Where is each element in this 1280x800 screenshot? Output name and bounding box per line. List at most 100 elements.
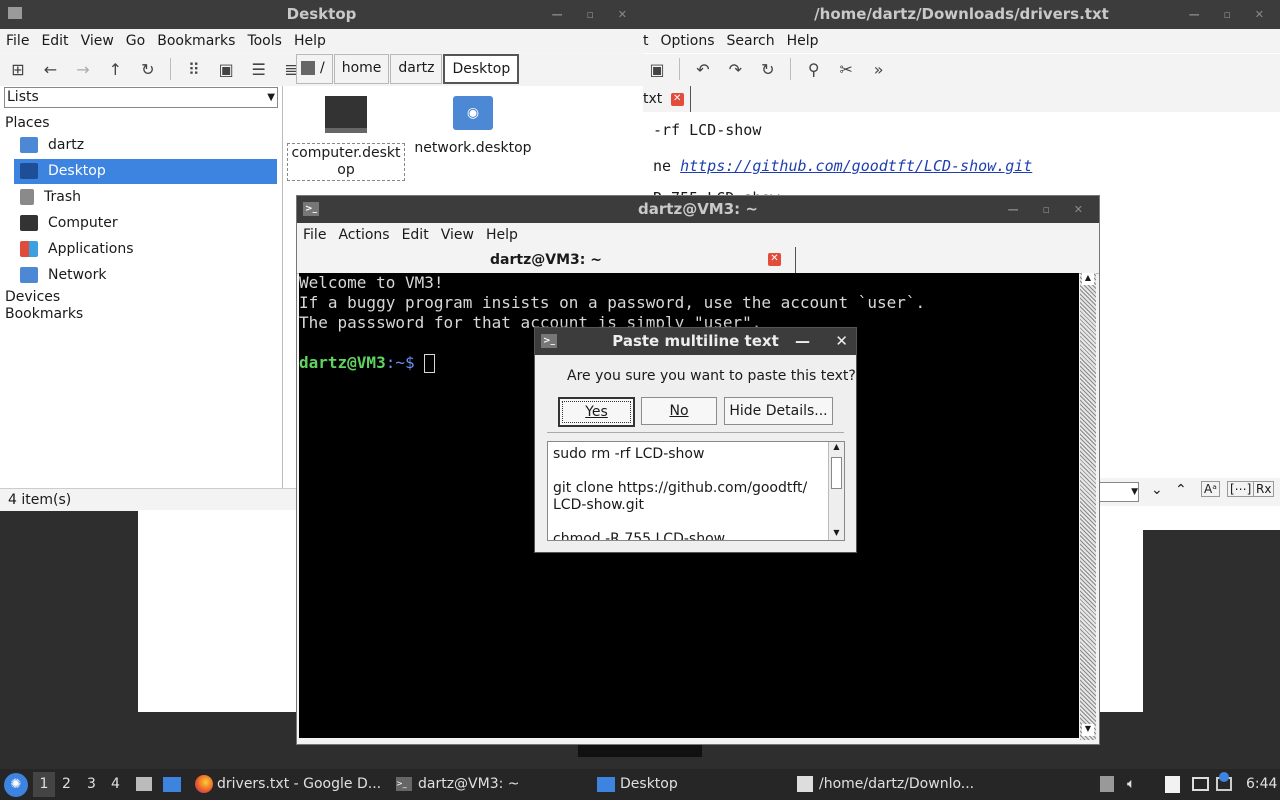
more-chevron-icon[interactable]: »: [865, 60, 893, 79]
close-icon[interactable]: ✕: [835, 328, 848, 355]
find-next-icon[interactable]: ⌄: [1151, 482, 1163, 498]
scroll-thumb[interactable]: [831, 457, 842, 489]
close-icon[interactable]: ✕: [670, 92, 684, 106]
workspace-1[interactable]: 1: [33, 772, 55, 797]
menu-view[interactable]: View: [75, 29, 120, 53]
task-browser[interactable]: drivers.txt - Google D...: [195, 769, 381, 800]
replace-icon[interactable]: ✂: [832, 60, 860, 79]
task-editor[interactable]: /home/dartz/Downlo...: [797, 769, 974, 800]
yes-button[interactable]: Yes: [558, 397, 635, 427]
details-line: chmod -R 755 LCD-show: [553, 531, 726, 541]
search-icon[interactable]: ⚲: [800, 60, 828, 79]
editor-tab[interactable]: txt ✕: [643, 86, 691, 112]
path-root-button[interactable]: /: [296, 54, 333, 84]
terminal-scrollbar[interactable]: ▲ ▼: [1080, 273, 1096, 740]
terminal-tab[interactable]: dartz@VM3: ~ ✕: [297, 247, 796, 273]
places-heading: Places: [5, 115, 50, 131]
menu-view[interactable]: View: [435, 223, 480, 247]
menu-edit[interactable]: Edit: [396, 223, 435, 247]
window-controls[interactable]: — ▫ ✕: [1008, 196, 1093, 223]
toolbar-separator: [790, 58, 792, 80]
menu-search[interactable]: Search: [721, 29, 781, 53]
menu-tools[interactable]: Tools: [241, 29, 288, 53]
url-link[interactable]: https://github.com/goodtft/LCD-show.git: [680, 157, 1032, 175]
icon-view-icon[interactable]: ⠿: [180, 60, 208, 79]
sidebar-item-computer[interactable]: Computer: [14, 211, 277, 236]
reload-icon[interactable]: ↻: [754, 60, 782, 79]
sidebar-item-applications[interactable]: Applications: [14, 237, 277, 262]
path-bar: / home dartz Desktop: [296, 54, 520, 84]
editor-titlebar[interactable]: /home/dartz/Downloads/drivers.txt — ▫ ✕: [643, 0, 1280, 29]
new-tab-icon[interactable]: ⊞: [4, 60, 32, 79]
dialog-titlebar[interactable]: >_ Paste multiline text — ✕: [535, 328, 856, 355]
editor-text-area[interactable]: -rf LCD-show ne https://github.com/goodt…: [653, 112, 1032, 198]
scroll-up-arrow[interactable]: ▲: [829, 442, 844, 454]
compact-view-icon[interactable]: ☰: [245, 60, 273, 79]
firefox-icon: [195, 775, 213, 793]
path-desktop-button[interactable]: Desktop: [443, 54, 520, 84]
network-folder-icon: [20, 267, 38, 283]
path-home-button[interactable]: home: [333, 54, 390, 84]
regex-icon[interactable]: Rx: [1253, 481, 1275, 497]
clipboard-icon[interactable]: [1165, 776, 1180, 793]
thumbnail-view-icon[interactable]: ▣: [212, 60, 240, 79]
details-text-area[interactable]: sudo rm -rf LCD-show git clone https://g…: [547, 441, 845, 541]
scroll-down-arrow[interactable]: ▼: [829, 528, 844, 540]
window-controls[interactable]: — ▫ ✕: [552, 0, 637, 29]
window-controls[interactable]: — ▫ ✕: [1189, 0, 1274, 29]
find-previous-icon[interactable]: ⌃: [1175, 482, 1187, 498]
up-arrow-icon[interactable]: ↑: [101, 60, 129, 79]
display-icon[interactable]: [1192, 777, 1209, 791]
scroll-down-arrow[interactable]: ▼: [1082, 724, 1094, 736]
menu-help[interactable]: Help: [288, 29, 332, 53]
file-item-network[interactable]: ◉ network.desktop: [413, 94, 533, 157]
show-desktop-icon[interactable]: [136, 777, 152, 791]
menu-file[interactable]: File: [0, 29, 35, 53]
start-menu-icon[interactable]: ✺: [4, 773, 28, 797]
desktop-icon: [20, 163, 38, 179]
sidebar-item-network[interactable]: Network: [14, 263, 277, 288]
scroll-up-arrow[interactable]: ▲: [1082, 273, 1094, 285]
menu-bookmarks[interactable]: Bookmarks: [151, 29, 241, 53]
menu-help[interactable]: Help: [781, 29, 825, 53]
whole-word-icon[interactable]: [⋯]: [1227, 481, 1255, 497]
sidebar-item-trash[interactable]: Trash: [14, 185, 277, 210]
no-button[interactable]: No: [641, 397, 717, 425]
path-dartz-button[interactable]: dartz: [390, 54, 443, 84]
hide-details-button[interactable]: Hide Details...: [724, 397, 833, 425]
forward-arrow-icon[interactable]: →: [69, 60, 97, 79]
notification-icon[interactable]: [1219, 772, 1229, 782]
close-icon[interactable]: ✕: [768, 253, 781, 266]
file-manager-launcher-icon[interactable]: [163, 777, 181, 792]
menu-options[interactable]: Options: [655, 29, 721, 53]
details-scrollbar[interactable]: ▲ ▼: [828, 442, 844, 540]
eject-icon[interactable]: [1100, 776, 1114, 792]
task-desktop[interactable]: Desktop: [597, 769, 678, 800]
workspace-2[interactable]: 2: [62, 769, 71, 800]
reload-icon[interactable]: ↻: [134, 60, 162, 79]
clock[interactable]: 6:44: [1246, 769, 1277, 800]
menu-file[interactable]: File: [297, 223, 332, 247]
sidebar-item-desktop[interactable]: Desktop: [14, 159, 277, 184]
match-case-icon[interactable]: Aᵃ: [1201, 481, 1220, 497]
menu-go[interactable]: Go: [120, 29, 151, 53]
minimize-icon[interactable]: —: [795, 328, 810, 355]
redo-icon[interactable]: ↷: [721, 60, 749, 79]
side-pane-mode-select[interactable]: Lists ▼: [4, 87, 278, 108]
terminal-titlebar[interactable]: >_ dartz@VM3: ~ — ▫ ✕: [297, 196, 1099, 223]
file-manager-titlebar[interactable]: Desktop — ▫ ✕: [0, 0, 643, 29]
undo-icon[interactable]: ↶: [689, 60, 717, 79]
drive-icon: [301, 61, 315, 75]
save-icon[interactable]: ▣: [643, 60, 671, 79]
task-terminal[interactable]: >_ dartz@VM3: ~: [396, 769, 520, 800]
sidebar-item-dartz[interactable]: dartz: [14, 133, 277, 158]
menu-actions[interactable]: Actions: [332, 223, 395, 247]
workspace-3[interactable]: 3: [87, 769, 96, 800]
menu-tools[interactable]: t: [643, 29, 655, 53]
workspace-4[interactable]: 4: [111, 769, 120, 800]
back-arrow-icon[interactable]: ←: [36, 60, 64, 79]
menu-help[interactable]: Help: [480, 223, 524, 247]
file-item-computer[interactable]: computer.desktop: [287, 94, 405, 181]
menu-edit[interactable]: Edit: [35, 29, 74, 53]
volume-icon[interactable]: 🔈︎: [1127, 769, 1135, 800]
